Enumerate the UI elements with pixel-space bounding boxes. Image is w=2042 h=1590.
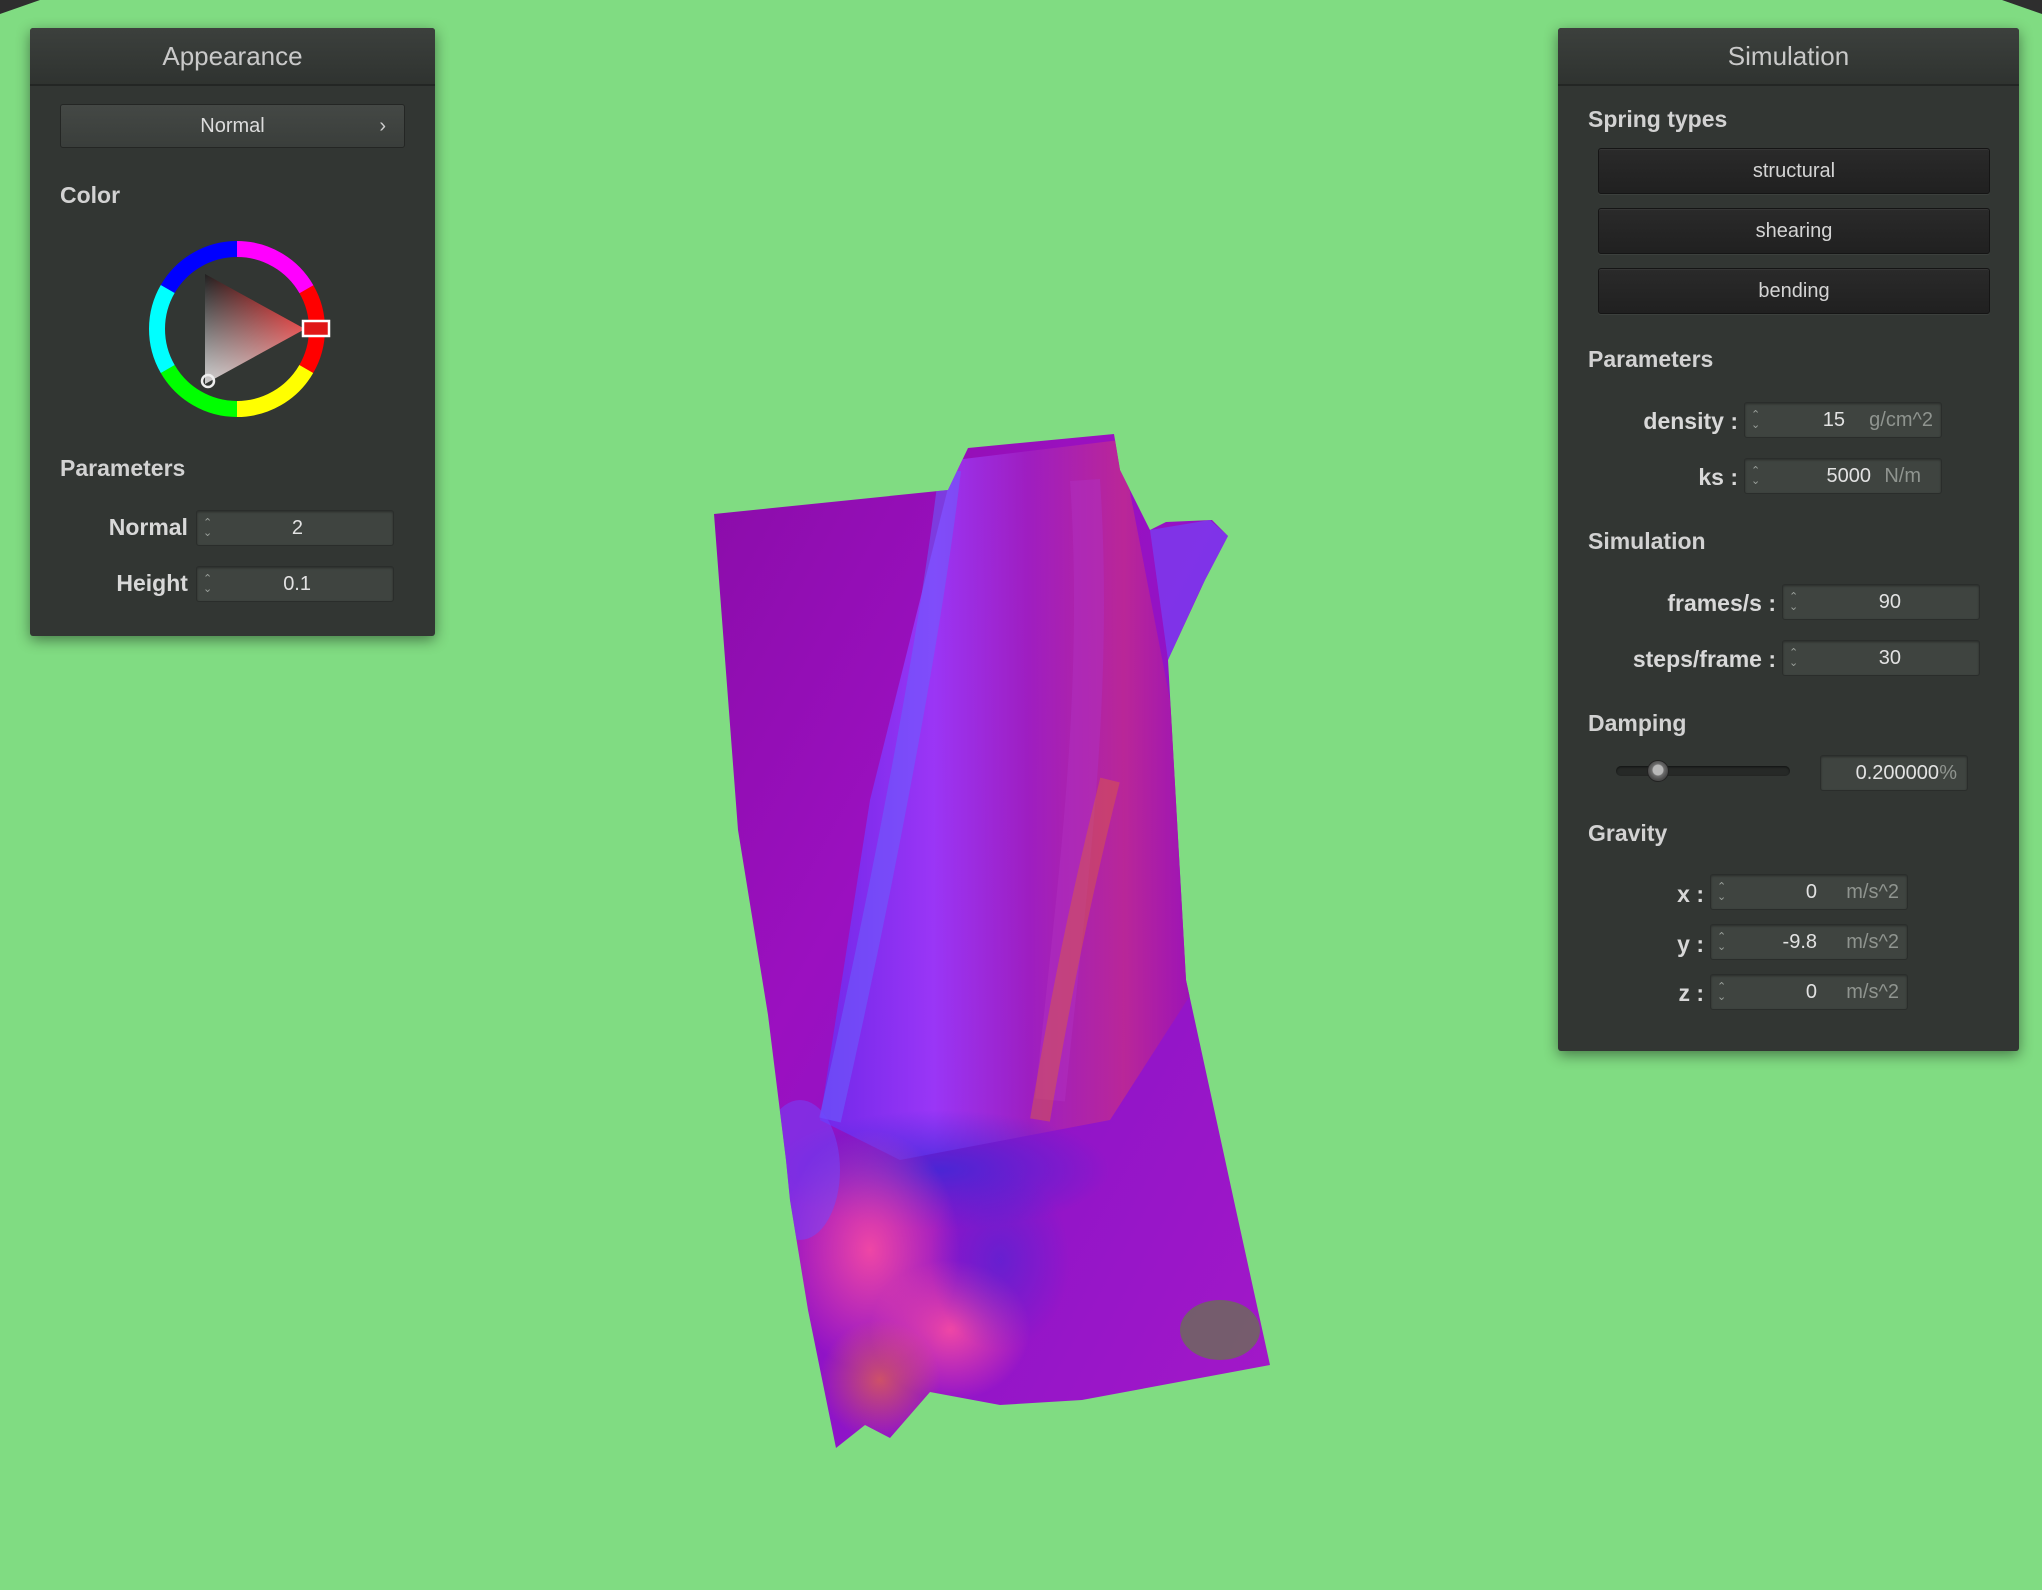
gravity-x-label: x : [1677, 881, 1704, 907]
gravity-z-value: 0 [1805, 981, 1817, 1003]
height-spinbox[interactable]: ⌃ ⌄ 0.1 [196, 566, 394, 602]
steps-per-frame-spinbox[interactable]: ⌃ ⌄ 30 [1782, 640, 1980, 676]
structural-spring-button[interactable]: structural [1598, 148, 1990, 194]
steps-per-frame-label: steps/frame : [1632, 646, 1776, 672]
ks-value: 5000 [1826, 465, 1872, 487]
color-wheel[interactable] [142, 234, 332, 424]
gravity-label: Gravity [1588, 820, 1668, 846]
spin-arrows-icon[interactable]: ⌃ ⌄ [1717, 882, 1726, 903]
spin-arrows-icon[interactable]: ⌃ ⌄ [1717, 932, 1726, 953]
damping-value: 0.200000 [1855, 762, 1939, 784]
shading-mode-label: Normal [200, 115, 265, 137]
shearing-spring-button[interactable]: shearing [1598, 208, 1990, 254]
ks-spinbox[interactable]: ⌃ ⌄ 5000 N/m [1744, 458, 1942, 494]
normal-spinbox[interactable]: ⌃ ⌄ 2 [196, 510, 394, 546]
bending-spring-button[interactable]: bending [1598, 268, 1990, 314]
simulation-section-label: Simulation [1588, 528, 1706, 554]
cloth-mesh [714, 434, 1270, 1448]
damping-value-field[interactable]: 0.200000 % [1820, 755, 1968, 791]
frames-per-second-value: 90 [1878, 591, 1901, 613]
normal-label: Normal : [108, 514, 202, 540]
spin-arrows-icon[interactable]: ⌃ ⌄ [203, 574, 212, 595]
damping-unit: % [1939, 762, 1957, 784]
density-spinbox[interactable]: ⌃ ⌄ 15 g/cm^2 [1744, 402, 1942, 438]
steps-per-frame-value: 30 [1878, 647, 1901, 669]
spring-types-label: Spring types [1588, 106, 1728, 132]
density-label: density : [1643, 408, 1738, 434]
appearance-params-label: Parameters [60, 455, 186, 481]
density-unit: g/cm^2 [1869, 409, 1933, 431]
height-value: 0.1 [283, 573, 311, 595]
gravity-z-unit: m/s^2 [1846, 981, 1899, 1003]
spin-arrows-icon[interactable]: ⌃ ⌄ [1789, 648, 1798, 669]
gravity-y-spinbox[interactable]: ⌃ ⌄ -9.8 m/s^2 [1710, 924, 1908, 960]
damping-label: Damping [1588, 710, 1687, 736]
ks-unit: N/m [1884, 465, 1921, 487]
damping-slider[interactable] [1616, 760, 1790, 782]
ks-label: ks : [1698, 464, 1738, 490]
spin-arrows-icon[interactable]: ⌃ ⌄ [1717, 982, 1726, 1003]
frames-per-second-spinbox[interactable]: ⌃ ⌄ 90 [1782, 584, 1980, 620]
gravity-z-spinbox[interactable]: ⌃ ⌄ 0 m/s^2 [1710, 974, 1908, 1010]
density-value: 15 [1822, 409, 1845, 431]
gravity-x-value: 0 [1805, 881, 1817, 903]
chevron-right-icon: › [379, 115, 386, 137]
shading-mode-combo[interactable]: Normal › [60, 104, 405, 148]
color-section-label: Color [60, 182, 121, 208]
simulation-params-label: Parameters [1588, 346, 1714, 372]
frames-per-second-label: frames/s : [1667, 590, 1776, 616]
normal-value: 2 [291, 517, 303, 539]
gravity-y-unit: m/s^2 [1846, 931, 1899, 953]
simulation-panel: Simulation Spring types structural shear… [1558, 28, 2019, 1051]
damping-slider-knob[interactable] [1647, 760, 1669, 782]
height-label: Height : [116, 570, 202, 596]
spin-arrows-icon[interactable]: ⌃ ⌄ [1789, 592, 1798, 613]
appearance-panel-title: Appearance [30, 28, 435, 86]
hue-marker[interactable] [301, 319, 331, 338]
gravity-y-label: y : [1677, 931, 1704, 957]
spin-arrows-icon[interactable]: ⌃ ⌄ [1751, 410, 1760, 431]
gravity-y-value: -9.8 [1782, 931, 1817, 953]
appearance-panel: Appearance Normal › Color Parameters Nor… [30, 28, 435, 636]
spin-arrows-icon[interactable]: ⌃ ⌄ [203, 518, 212, 539]
gravity-x-unit: m/s^2 [1846, 881, 1899, 903]
gravity-x-spinbox[interactable]: ⌃ ⌄ 0 m/s^2 [1710, 874, 1908, 910]
gravity-z-label: z : [1678, 980, 1704, 1006]
simulation-panel-title: Simulation [1558, 28, 2019, 86]
spin-arrows-icon[interactable]: ⌃ ⌄ [1751, 466, 1760, 487]
